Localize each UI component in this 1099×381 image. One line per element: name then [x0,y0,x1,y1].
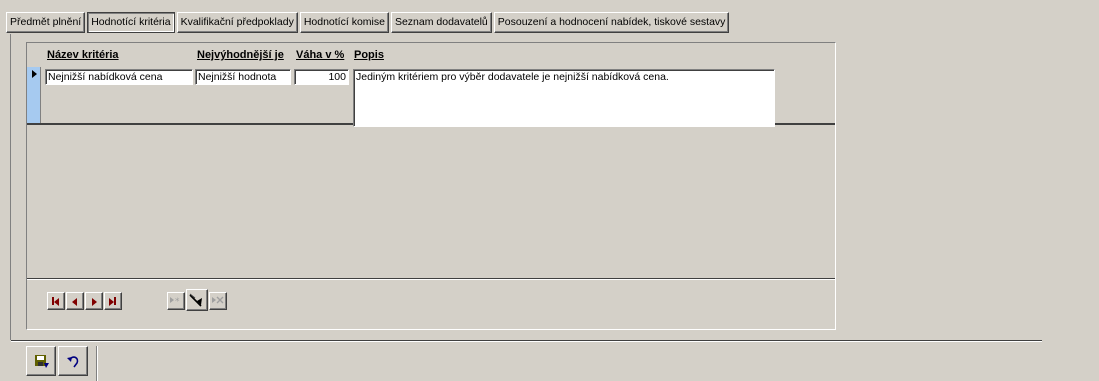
column-header-popis: Popis [354,49,384,61]
tab-hodnotici-kriteria[interactable]: Hodnotící kritéria [87,12,175,33]
nazev-kriteria-field[interactable]: Nejnižší nabídková cena [45,69,193,85]
current-record-arrow-icon [32,70,37,78]
criteria-subform: Název kritéria Nejvýhodnější je Váha v %… [26,42,836,330]
tab-hodnotici-komise[interactable]: Hodnotící komise [299,12,389,33]
toolbar-divider [96,346,98,381]
prev-record-icon [72,297,77,309]
delete-record-icon [212,295,224,308]
tab-seznam-dodavatelu[interactable]: Seznam dodavatelů [390,12,492,33]
edit-record-icon [189,292,205,311]
column-header-nejvyhodnejsi: Nejvýhodnější je [197,49,284,61]
table-row: Nejnižší nabídková cena Nejnižší hodnota… [27,67,835,127]
tab-page-border [10,34,11,340]
new-record-button[interactable]: * [167,292,185,310]
save-icon [34,354,50,373]
tab-predmet-plneni[interactable]: Předmět plnění [6,12,86,33]
last-record-icon [109,297,116,309]
undo-icon [66,354,82,373]
nejvyhodnejsi-field[interactable]: Nejnižší hodnota [195,69,291,85]
next-record-icon [92,297,97,309]
first-record-icon [52,297,59,309]
tab-posouzeni-hodnoceni[interactable]: Posouzení a hodnocení nabídek, tiskové s… [493,12,730,33]
column-header-row: Název kritéria Nejvýhodnější je Váha v %… [27,43,835,66]
undo-button[interactable] [58,346,88,376]
navigation-separator [27,278,835,280]
save-button[interactable] [26,346,56,376]
bottom-toolbar [24,346,110,381]
tab-kvalifikacni-predpoklady[interactable]: Kvalifikační předpoklady [176,12,298,33]
popis-field[interactable]: Jediným kritériem pro výběr dodavatele j… [353,69,775,127]
column-header-vaha: Váha v % [296,49,345,61]
tab-strip: Předmět plnění Hodnotící kritéria Kvalif… [6,12,731,33]
column-header-nazev: Název kritéria [47,49,119,61]
datasheet-empty-area [27,127,835,277]
last-record-button[interactable] [104,292,122,310]
next-record-button[interactable] [85,292,103,310]
first-record-button[interactable] [47,292,65,310]
svg-text:*: * [175,297,180,305]
record-selector[interactable] [27,67,41,123]
new-record-icon: * [170,295,182,308]
form-footer-divider [11,340,1042,342]
vaha-field[interactable]: 100 [294,69,349,85]
edit-record-button[interactable] [186,289,208,311]
prev-record-button[interactable] [66,292,84,310]
delete-record-button[interactable] [209,292,227,310]
